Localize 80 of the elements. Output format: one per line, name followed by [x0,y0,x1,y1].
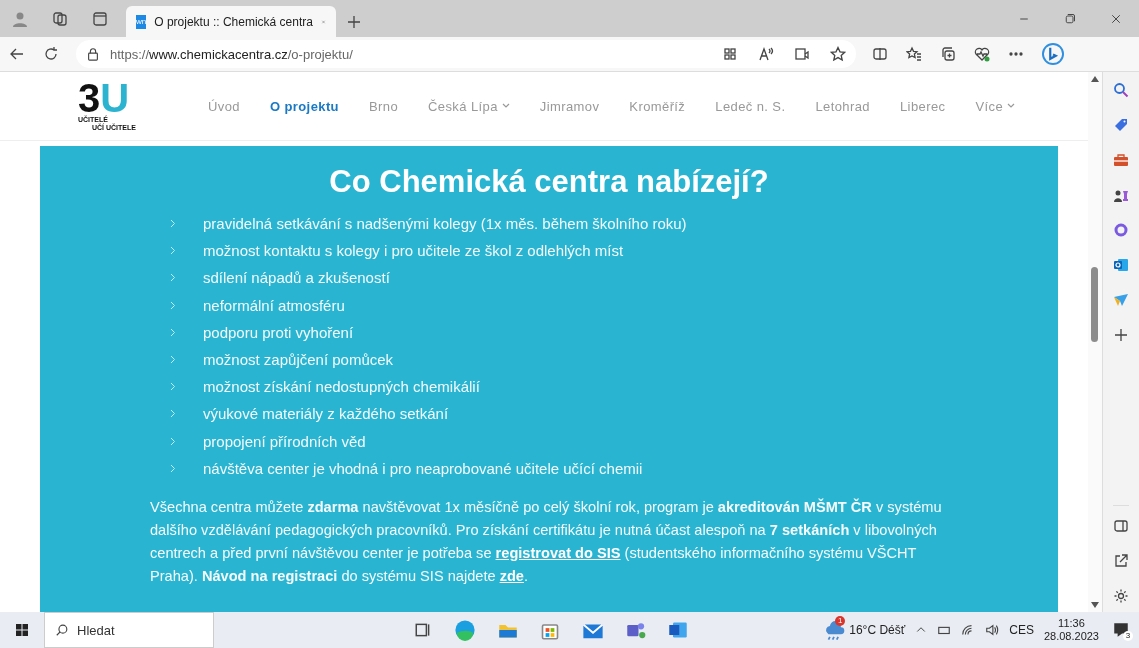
teams-icon[interactable] [626,620,646,640]
nav-link[interactable]: Jimramov [539,98,600,114]
chevron-icon [168,355,178,365]
task-view-icon[interactable] [414,621,432,639]
nav-link[interactable]: Ledeč n. S. [715,98,786,114]
panel-icon[interactable] [1113,518,1129,534]
nav-link[interactable]: Liberec [900,98,946,114]
section-title: Co Chemická centra nabízejí? [328,164,770,200]
restore-icon[interactable] [1064,12,1076,25]
browser-tab[interactable]: wn O projektu :: Chemická centra [126,6,336,37]
scrollbar-thumb[interactable] [1091,267,1098,342]
settings-icon[interactable] [1113,588,1129,604]
read-aloud-icon[interactable] [758,46,774,62]
clock[interactable]: 11:36 28.08.2023 [1043,617,1099,643]
address-bar[interactable]: https://www.chemickacentra.cz/o-projektu/ [76,40,856,68]
nav-link[interactable]: Letohrad [815,98,870,114]
nav-link[interactable]: Česká Lípa [428,98,510,114]
chevron-icon [168,409,178,419]
nav-link[interactable]: O projektu [269,98,339,114]
chevron-icon [168,273,178,283]
briefcase-icon[interactable] [1113,152,1129,168]
add-icon[interactable] [1113,327,1129,343]
collections-icon[interactable] [940,46,956,62]
chevron-icon [168,246,178,256]
paper-plane-icon[interactable] [1113,292,1129,308]
list-item: výukové materiály z každého setkání [203,405,449,423]
nav-link[interactable]: Brno [368,98,399,114]
windows-start-icon[interactable] [14,622,30,638]
new-tab-icon[interactable] [346,13,362,30]
mail-app-icon[interactable] [1113,257,1129,273]
link[interactable]: registrovat do SIS [495,544,621,561]
language-indicator[interactable]: CES [1009,623,1034,637]
workspaces-icon[interactable] [52,10,68,27]
link[interactable]: zde [499,567,524,584]
tab-actions-icon[interactable] [92,10,108,27]
search-icon[interactable] [1113,82,1129,98]
list-item: sdílení nápadů a zkušeností [203,269,390,287]
weather-text[interactable]: 16°C Déšť [849,623,906,637]
tag-icon[interactable] [1113,117,1129,133]
word-icon[interactable] [668,620,688,640]
logo-mark[interactable]: 3U [78,80,130,116]
chevron-icon [168,463,178,473]
list-item: možnost kontaktu s kolegy i pro učitele ze škol z odlehlých míst [203,242,624,260]
nav-link[interactable]: Více [975,98,1016,114]
favicon: wn [136,14,147,29]
scroll-up-icon[interactable] [1091,76,1099,82]
speaker-icon[interactable] [985,623,1000,637]
nav-link[interactable]: Kroměříž [629,98,686,114]
list-item: propojení přírodních věd [203,432,366,450]
copilot-icon[interactable] [1042,43,1064,65]
chevron-icon [168,436,178,446]
paragraph: Všechna centra můžete zdarma navštěvovat 1x měsíčně po celý školní rok, program je akreditován MŠMT ČR v systému dalšího vzdělávání pedagogických pracovníků. Pro získání certifikátu je nutná účast alespoň na 7 setkáních v libovolných centrech a před první návštěvou center je potřeba se registrovat do SIS (studentského informačního systému VŠCHT Praha). Návod na registraci do systému SIS najdete zde. [150,497,943,586]
list-item: možnost získání nedostupných chemikálií [203,378,480,396]
search-icon [55,623,69,637]
notification-badge: 1 [835,616,846,626]
list-item: podporu proti vyhoření [203,323,354,341]
heartbeat-icon[interactable] [974,46,990,62]
list-item: neformální atmosféru [203,296,345,314]
weather-icon[interactable] [823,619,846,641]
nav-link[interactable]: Úvod [208,98,240,114]
star-icon[interactable] [830,46,846,62]
ring-icon[interactable] [1113,222,1129,238]
notification-icon[interactable] [1112,621,1130,639]
chevron-icon [168,300,178,310]
chevron-icon [168,219,178,229]
chevron-icon [168,382,178,392]
scroll-down-icon[interactable] [1091,602,1099,608]
refresh-icon[interactable] [43,46,59,62]
list-item: návštěva center je vhodná i pro neaprobované učitele učící chemii [203,459,643,477]
lock-icon [86,47,100,61]
notification-badge: 3 [1123,631,1133,641]
chevron-icon [168,327,178,337]
back-icon[interactable] [9,46,25,62]
split-screen-icon[interactable] [872,46,888,62]
external-link-icon[interactable] [1113,553,1129,569]
favorites-icon[interactable] [906,46,922,62]
list-item: pravidelná setkávání s nadšenými kolegy (1x měs. během školního roku) [203,215,687,233]
taskbar-search[interactable]: Hledat [44,612,214,648]
list-item: možnost zapůjčení pomůcek [203,351,394,369]
app-grid-icon[interactable] [722,46,738,62]
